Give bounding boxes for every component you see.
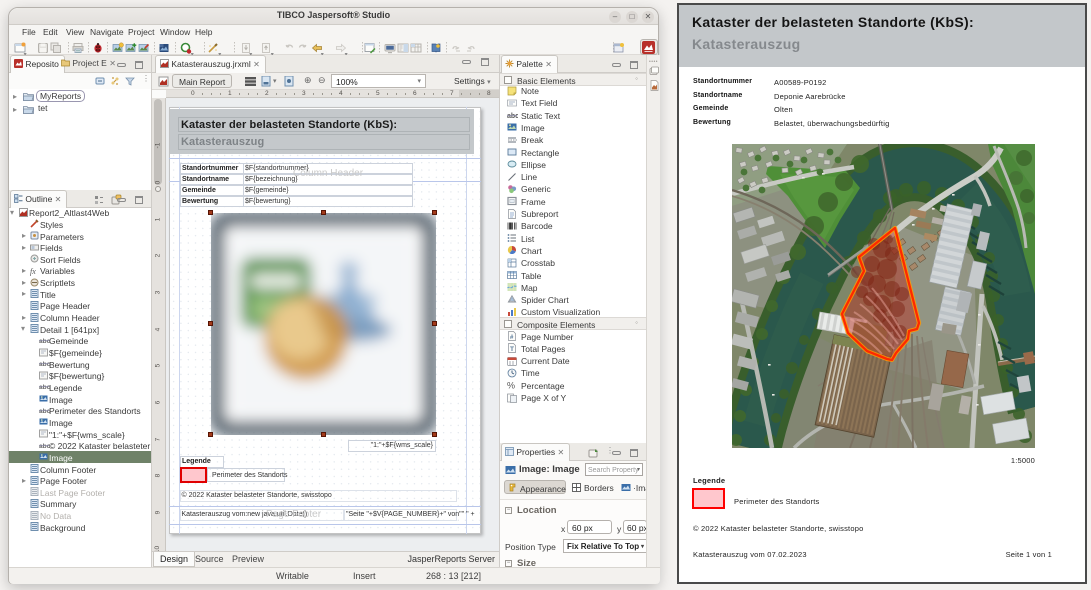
svg-text:abc: abc — [507, 113, 518, 120]
svg-text:T: T — [510, 346, 514, 353]
svg-text:%: % — [507, 381, 515, 391]
svg-text:fx: fx — [30, 267, 36, 276]
